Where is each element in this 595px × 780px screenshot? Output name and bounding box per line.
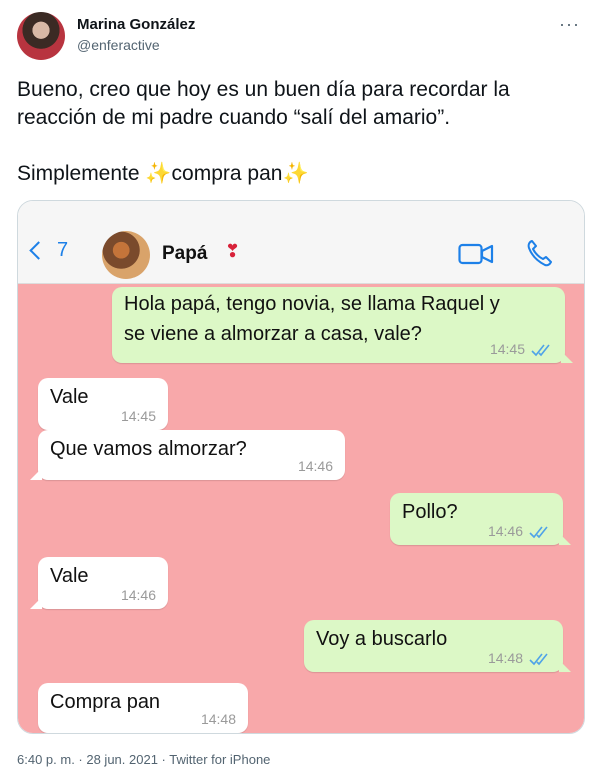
message-bubble-incoming[interactable]: Que vamos almorzar? 14:46 (30, 430, 345, 480)
unread-count: 7 (57, 239, 69, 261)
message-bubble-outgoing[interactable]: Pollo? 14:46 (390, 493, 571, 545)
message-text: Que vamos almorzar? (50, 438, 247, 460)
chevron-left-icon (29, 241, 48, 260)
message-time: 14:48 (487, 650, 523, 666)
message-bubble-outgoing[interactable]: Hola papá, tengo novia, se llama Raquel … (112, 287, 573, 363)
message-bubble-incoming[interactable]: Vale 14:45 (38, 378, 168, 430)
author-name[interactable]: Marina González (77, 16, 195, 33)
tweet-text-part: compra pan (171, 162, 283, 185)
message-text: Hola papá, tengo novia, se llama Raquel … (124, 293, 500, 315)
message-time: 14:45 (489, 341, 525, 357)
chat-messages: Hola papá, tengo novia, se llama Raquel … (18, 284, 584, 733)
message-bubble-incoming[interactable]: Compra pan 14:48 (38, 683, 248, 733)
message-text: se viene a almorzar a casa, vale? (124, 323, 422, 345)
message-time: 14:46 (487, 523, 523, 539)
contact-avatar[interactable] (102, 231, 150, 279)
tweet-text: Bueno, creo que hoy es un buen día para … (17, 76, 577, 188)
tweet-header: Marina González @enferactive ··· (17, 12, 582, 62)
author-avatar[interactable] (17, 12, 65, 60)
message-time: 14:46 (297, 458, 333, 474)
tweet-text-line: Bueno, creo que hoy es un buen día para … (17, 78, 510, 101)
message-bubble-incoming[interactable]: Vale 14:46 (30, 557, 168, 609)
more-options-icon[interactable]: ··· (559, 14, 580, 35)
message-time: 14:45 (120, 408, 156, 424)
back-button[interactable]: 7 (29, 239, 69, 262)
message-bubble-outgoing[interactable]: Voy a buscarlo 14:48 (304, 620, 571, 672)
tweet-text-part: Simplemente (17, 162, 146, 185)
message-time: 14:46 (120, 587, 156, 603)
chat-header: 7 Papá ❣ (18, 201, 584, 284)
sparkles-icon: ✨ (282, 162, 309, 185)
double-check-icon (531, 344, 550, 357)
author-handle[interactable]: @enferactive (77, 37, 160, 53)
double-check-icon (529, 526, 548, 539)
heart-exclamation-icon: ❣ (225, 241, 241, 261)
message-time: 14:48 (200, 711, 236, 727)
double-check-icon (529, 653, 548, 666)
tweet-text-line: Simplemente ✨compra pan✨ (17, 160, 577, 188)
contact-name[interactable]: Papá (162, 243, 207, 265)
sparkles-icon: ✨ (145, 162, 172, 185)
tweet-media-image[interactable]: 7 Papá ❣ Hola papá, tengo novia, se llam… (17, 200, 585, 734)
message-text: Pollo? (402, 501, 458, 523)
phone-icon[interactable] (526, 239, 552, 267)
video-camera-icon[interactable] (458, 243, 494, 265)
tweet-timestamp-source[interactable]: 6:40 p. m. · 28 jun. 2021 · Twitter for … (17, 752, 270, 767)
tweet-text-line: reacción de mi padre cuando “salí del am… (17, 106, 451, 129)
